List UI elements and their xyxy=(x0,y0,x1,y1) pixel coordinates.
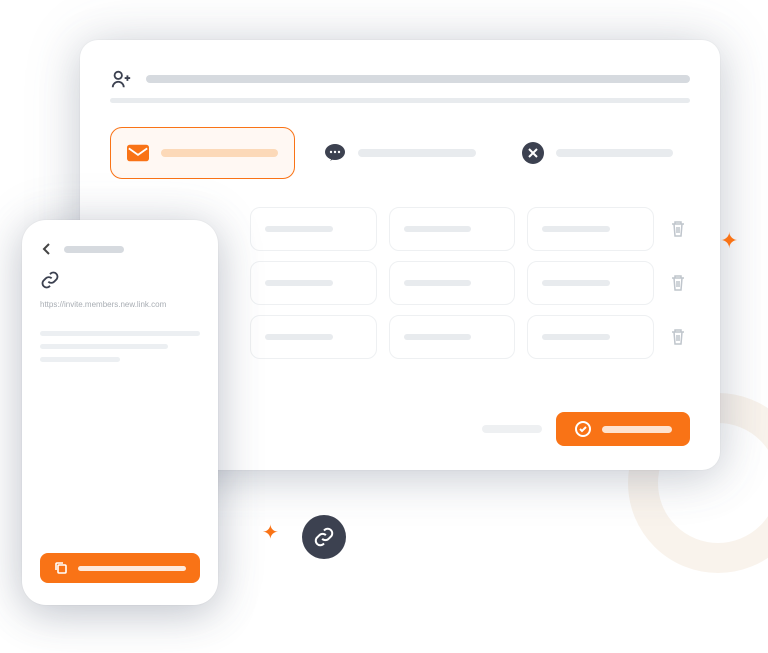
phone-title-placeholder xyxy=(64,246,124,253)
text-placeholder xyxy=(40,357,120,362)
copy-icon xyxy=(54,561,68,575)
sparkle-icon: ✦ xyxy=(720,228,738,254)
input-cell[interactable] xyxy=(527,207,654,251)
title-placeholder xyxy=(146,75,690,83)
mail-icon xyxy=(127,142,149,164)
invite-method-tabs xyxy=(110,127,690,179)
button-label-placeholder xyxy=(78,566,186,571)
text-placeholder xyxy=(40,331,200,336)
invitee-grid xyxy=(250,207,690,359)
input-cell[interactable] xyxy=(527,261,654,305)
delete-row-button[interactable] xyxy=(666,315,690,359)
input-cell[interactable] xyxy=(389,261,516,305)
input-cell[interactable] xyxy=(389,315,516,359)
delete-row-button[interactable] xyxy=(666,261,690,305)
input-cell[interactable] xyxy=(250,315,377,359)
close-circle-icon xyxy=(522,142,544,164)
delete-row-button[interactable] xyxy=(666,207,690,251)
copy-link-button[interactable] xyxy=(40,553,200,583)
chat-icon xyxy=(324,142,346,164)
link-icon xyxy=(40,270,200,290)
arrow-left-icon[interactable] xyxy=(40,242,54,256)
phone-share-card: https://invite.members.new.link.com xyxy=(22,220,218,605)
button-label-placeholder xyxy=(602,426,672,433)
tab-cancel[interactable] xyxy=(505,127,690,179)
check-circle-icon xyxy=(574,420,592,438)
tab-email[interactable] xyxy=(110,127,295,179)
invite-url: https://invite.members.new.link.com xyxy=(40,300,200,309)
tab-label-placeholder xyxy=(358,149,475,157)
tab-label-placeholder xyxy=(161,149,278,157)
subtitle-placeholder xyxy=(110,98,690,103)
secondary-action-placeholder xyxy=(482,425,542,433)
input-cell[interactable] xyxy=(389,207,516,251)
sparkle-icon: ✦ xyxy=(262,520,279,545)
link-badge xyxy=(302,515,346,559)
input-cell[interactable] xyxy=(527,315,654,359)
tab-chat[interactable] xyxy=(307,127,492,179)
confirm-button[interactable] xyxy=(556,412,690,446)
card-header xyxy=(110,68,690,90)
user-plus-icon xyxy=(110,68,132,90)
phone-header xyxy=(40,242,200,256)
text-placeholder xyxy=(40,344,168,349)
tab-label-placeholder xyxy=(556,149,673,157)
card-footer xyxy=(482,412,690,446)
input-cell[interactable] xyxy=(250,207,377,251)
input-cell[interactable] xyxy=(250,261,377,305)
